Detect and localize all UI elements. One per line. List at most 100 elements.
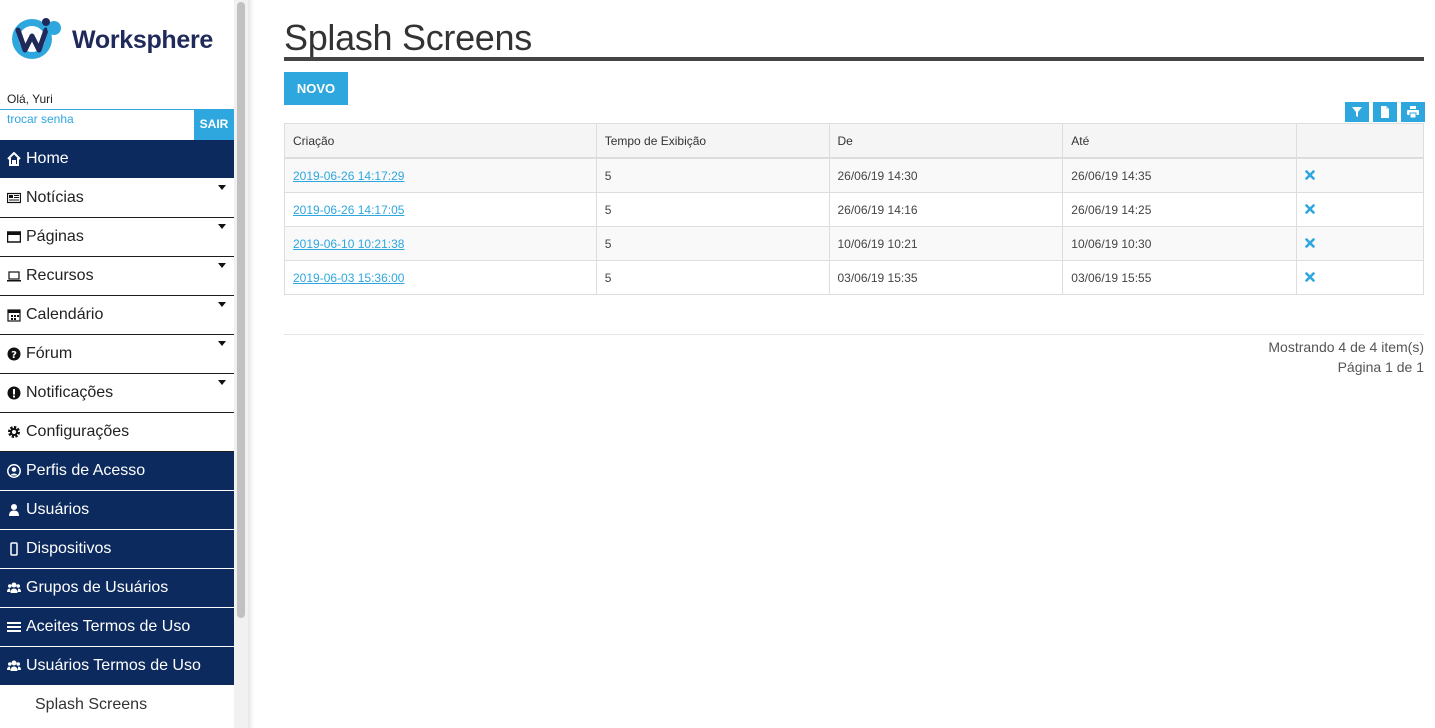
- sidebar-item-usuarios-termos-de-uso[interactable]: Usuários Termos de Uso: [0, 647, 234, 686]
- sidebar-item-label: Splash Screens: [35, 696, 148, 713]
- item-count: Mostrando 4 de 4 item(s): [1268, 339, 1424, 355]
- cell-actions: [1296, 157, 1424, 193]
- user-circle-icon: [7, 464, 21, 478]
- newspaper-icon: [6, 191, 22, 205]
- gear-icon: [7, 425, 21, 439]
- logout-button[interactable]: SAIR: [194, 109, 234, 140]
- created-link[interactable]: 2019-06-03 15:36:00: [293, 271, 404, 285]
- question-icon: ?: [7, 347, 21, 361]
- sidebar-item-label: Notícias: [26, 189, 84, 206]
- title-divider: [284, 57, 1424, 61]
- created-link[interactable]: 2019-06-10 10:21:38: [293, 237, 404, 251]
- table-row: 2019-06-03 15:36:00 5 03/06/19 15:35 03/06/…: [284, 260, 1424, 295]
- cell-to: 10/06/19 10:30: [1062, 226, 1298, 261]
- export-button[interactable]: [1373, 102, 1397, 122]
- header-created[interactable]: Criação: [284, 123, 597, 159]
- filter-button[interactable]: [1345, 102, 1369, 122]
- sidebar-item-label: Dispositivos: [26, 540, 112, 557]
- logo[interactable]: Worksphere: [10, 14, 225, 66]
- sidebar-item-noticias[interactable]: Notícias: [0, 179, 234, 218]
- sidebar-item-label: Recursos: [26, 267, 94, 284]
- change-password-link[interactable]: trocar senha: [7, 112, 74, 126]
- caret-down-icon[interactable]: [218, 341, 226, 346]
- sidebar-item-paginas[interactable]: Páginas: [0, 218, 234, 257]
- cell-created: 2019-06-03 15:36:00: [284, 260, 597, 295]
- cell-created: 2019-06-26 14:17:29: [284, 157, 597, 193]
- sidebar-scrollbar-thumb[interactable]: [237, 2, 245, 618]
- sidebar-item-notificacoes[interactable]: Notificações: [0, 374, 234, 413]
- sidebar-item-aceites-termos-de-uso[interactable]: Aceites Termos de Uso: [0, 608, 234, 647]
- print-icon: [1407, 106, 1419, 118]
- cell-duration: 5: [595, 157, 830, 193]
- sidebar-item-configuracoes[interactable]: Configurações: [0, 413, 234, 452]
- print-button[interactable]: [1401, 102, 1425, 122]
- sidebar-shadow: [248, 0, 254, 728]
- splash-screens-table: Criação Tempo de Exibição De Até 2019-06…: [284, 123, 1424, 295]
- delete-icon[interactable]: [1305, 169, 1315, 180]
- page-indicator: Página 1 de 1: [1337, 359, 1424, 375]
- brand-name: Worksphere: [72, 26, 214, 54]
- footer-divider: [284, 334, 1424, 335]
- cell-actions: [1296, 192, 1424, 227]
- delete-icon[interactable]: [1305, 237, 1315, 248]
- created-link[interactable]: 2019-06-26 14:17:05: [293, 203, 404, 217]
- table-row: 2019-06-26 14:17:29 5 26/06/19 14:30 26/06/…: [284, 157, 1424, 193]
- sidebar-item-splash-screens[interactable]: Splash Screens: [0, 686, 234, 725]
- sidebar-item-label: Home: [26, 150, 69, 167]
- mobile-icon: [7, 542, 21, 556]
- caret-down-icon[interactable]: [218, 380, 226, 385]
- user-greeting: Olá, Yuri: [7, 92, 53, 106]
- created-link[interactable]: 2019-06-26 14:17:29: [293, 169, 404, 183]
- header-actions: [1296, 123, 1424, 159]
- sidebar-item-grupos-de-usuarios[interactable]: Grupos de Usuários: [0, 569, 234, 608]
- caret-down-icon[interactable]: [218, 302, 226, 307]
- caret-down-icon[interactable]: [218, 263, 226, 268]
- cell-created: 2019-06-26 14:17:05: [284, 192, 597, 227]
- header-to: Até: [1062, 123, 1298, 159]
- filter-icon: [1352, 107, 1362, 117]
- sidebar-item-label: Calendário: [26, 306, 104, 323]
- sidebar-item-label: Grupos de Usuários: [26, 579, 169, 596]
- sidebar-item-label: Configurações: [26, 423, 130, 440]
- caret-down-icon[interactable]: [218, 224, 226, 229]
- svg-text:?: ?: [11, 350, 17, 361]
- caret-down-icon[interactable]: [218, 185, 226, 190]
- cell-from: 26/06/19 14:30: [828, 157, 1064, 193]
- new-button[interactable]: NOVO: [284, 72, 348, 105]
- sidebar: Worksphere Olá, Yuri trocar senha SAIR H…: [0, 0, 234, 728]
- cell-from: 10/06/19 10:21: [828, 226, 1064, 261]
- sidebar-item-label: Notificações: [26, 384, 114, 401]
- sidebar-item-forum[interactable]: ? Fórum: [0, 335, 234, 374]
- cell-duration: 5: [595, 226, 830, 261]
- header-from[interactable]: De: [828, 123, 1064, 159]
- sidebar-item-label: Fórum: [26, 345, 73, 362]
- header-duration[interactable]: Tempo de Exibição: [595, 123, 830, 159]
- laptop-icon: [7, 269, 21, 283]
- delete-icon[interactable]: [1305, 271, 1315, 282]
- worksphere-logo-icon: [12, 18, 61, 59]
- exclamation-icon: [7, 386, 21, 400]
- sidebar-item-label: Páginas: [26, 228, 84, 245]
- table-row: 2019-06-26 14:17:05 5 26/06/19 14:16 26/06/…: [284, 192, 1424, 227]
- cell-to: 26/06/19 14:35: [1062, 157, 1298, 193]
- delete-icon[interactable]: [1305, 203, 1315, 214]
- sidebar-item-label: Usuários: [26, 501, 90, 518]
- list-icon: [7, 620, 21, 634]
- table-row: 2019-06-10 10:21:38 5 10/06/19 10:21 10/06/…: [284, 226, 1424, 261]
- users-icon: [7, 581, 21, 595]
- change-password-area: trocar senha: [0, 109, 194, 141]
- page-title: Splash Screens: [284, 17, 532, 58]
- cell-from: 26/06/19 14:16: [828, 192, 1064, 227]
- cell-duration: 5: [595, 192, 830, 227]
- cell-actions: [1296, 260, 1424, 295]
- sidebar-item-recursos[interactable]: Recursos: [0, 257, 234, 296]
- sidebar-item-home[interactable]: Home: [0, 140, 234, 179]
- sidebar-menu: Home Notícias Páginas Recursos Calendário? Fó…: [0, 140, 234, 725]
- sidebar-item-perfis-de-acesso[interactable]: Perfis de Acesso: [0, 452, 234, 491]
- cell-from: 03/06/19 15:35: [828, 260, 1064, 295]
- cell-to: 03/06/19 15:55: [1062, 260, 1298, 295]
- window-icon: [6, 230, 22, 244]
- sidebar-item-usuarios[interactable]: Usuários: [0, 491, 234, 530]
- sidebar-item-dispositivos[interactable]: Dispositivos: [0, 530, 234, 569]
- sidebar-item-calendario[interactable]: Calendário: [0, 296, 234, 335]
